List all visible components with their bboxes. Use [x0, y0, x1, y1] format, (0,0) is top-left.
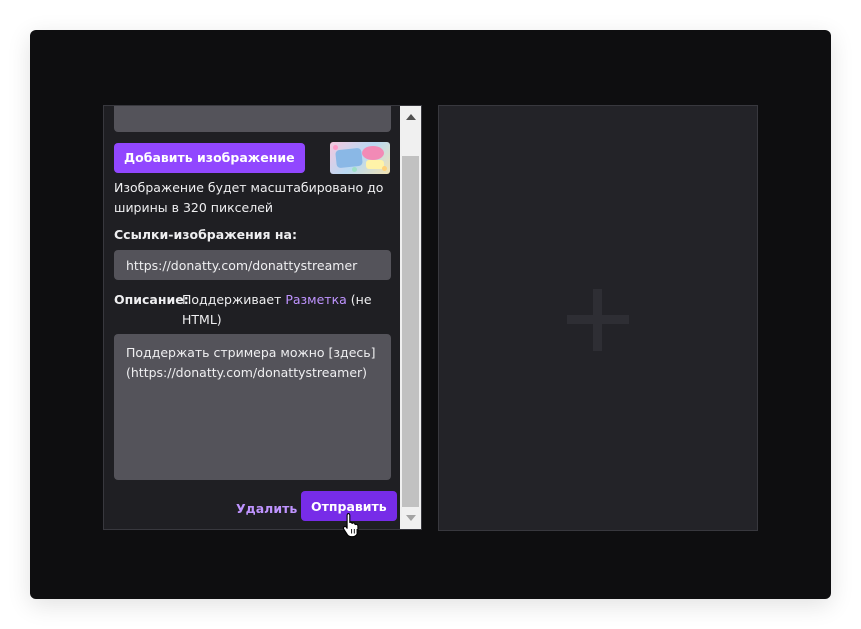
add-image-button[interactable]: Добавить изображение	[114, 143, 305, 173]
add-panel[interactable]	[438, 105, 758, 531]
scrollbar-thumb[interactable]	[402, 156, 419, 507]
description-hint: Поддерживает Разметка (не HTML)	[182, 292, 372, 327]
panel-editor: Добавить изображение Изображение будет м…	[103, 105, 422, 530]
top-input-field[interactable]	[114, 106, 391, 132]
markdown-link[interactable]: Разметка	[285, 292, 346, 307]
arrow-up-icon[interactable]	[400, 106, 421, 128]
links-label: Ссылки-изображения на:	[114, 227, 297, 242]
description-label: Описание:	[114, 292, 189, 307]
plus-icon	[567, 289, 629, 351]
delete-button[interactable]: Удалить	[228, 493, 305, 523]
scrollbar[interactable]	[400, 106, 421, 529]
hand-pointer-icon	[342, 512, 359, 538]
description-textarea[interactable]: Поддержать стримера можно [здесь] (https…	[114, 334, 391, 480]
image-thumbnail	[330, 142, 390, 174]
links-input[interactable]	[114, 250, 391, 280]
image-help-text: Изображение будет масштабировано до шири…	[114, 180, 384, 215]
arrow-down-icon[interactable]	[400, 507, 421, 529]
